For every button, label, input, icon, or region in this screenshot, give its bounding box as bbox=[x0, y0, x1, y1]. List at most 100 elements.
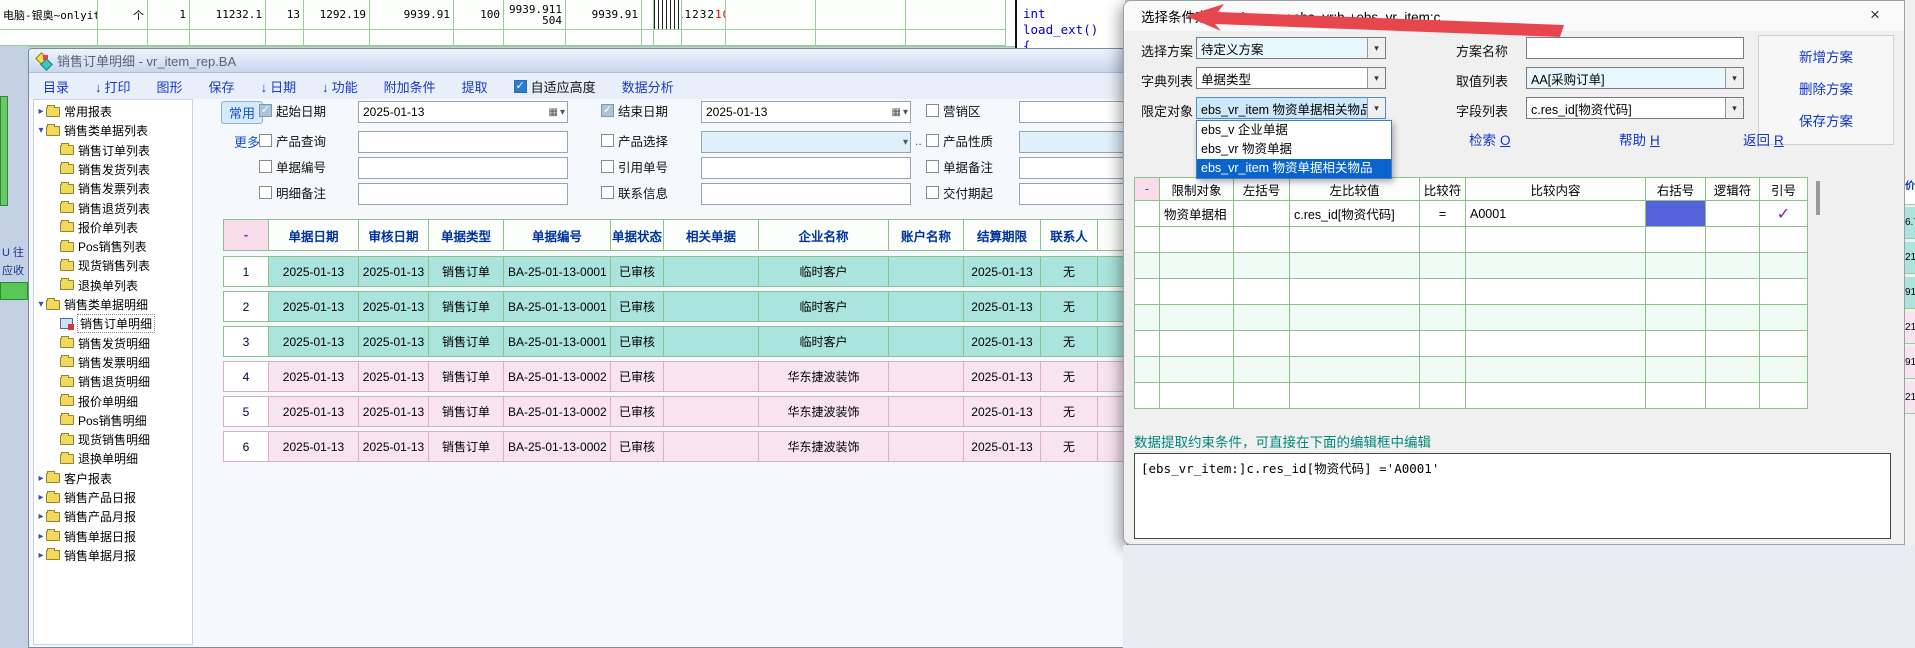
checkbox-icon[interactable] bbox=[601, 160, 614, 173]
grid-cell[interactable] bbox=[1760, 279, 1808, 305]
sidebar-item-报价单明细[interactable]: 报价单明细 bbox=[34, 392, 192, 411]
grid-cell[interactable]: = bbox=[1420, 201, 1466, 227]
checkbox-checked-icon[interactable]: ✓ bbox=[514, 80, 527, 93]
chevron-down-icon[interactable]: ▾ bbox=[560, 107, 565, 118]
sidebar-item-常用报表[interactable]: ▸常用报表 bbox=[34, 102, 192, 121]
chevron-down-icon[interactable]: ▾ bbox=[1725, 98, 1743, 118]
save-plan-button[interactable]: 保存方案 bbox=[1759, 110, 1893, 130]
chevron-expanded-icon[interactable]: ▾ bbox=[36, 125, 46, 136]
grid-empty-row[interactable] bbox=[1134, 305, 1808, 331]
grid-cell[interactable] bbox=[1234, 305, 1290, 331]
chevron-down-icon[interactable]: ▾ bbox=[903, 107, 908, 118]
column-header-审核日期[interactable]: 审核日期 bbox=[359, 219, 429, 251]
column-header-单据状态[interactable]: 单据状态 bbox=[611, 219, 664, 251]
grid-cell[interactable] bbox=[1466, 305, 1646, 331]
grid-cell[interactable] bbox=[1466, 227, 1646, 253]
grid-cell[interactable] bbox=[1134, 253, 1160, 279]
grid-cell[interactable] bbox=[1134, 383, 1160, 409]
window-titlebar[interactable]: 销售订单明细 - vr_item_rep.BA bbox=[29, 49, 1127, 73]
grid-column-header-限制对象[interactable]: 限制对象 bbox=[1160, 177, 1234, 201]
grid-column-header-左括号[interactable]: 左括号 bbox=[1234, 177, 1290, 201]
filter-checkbox-单据备注[interactable]: 单据备注 bbox=[926, 157, 993, 176]
grid-cell[interactable] bbox=[1290, 383, 1420, 409]
checkbox-icon[interactable] bbox=[926, 186, 939, 199]
column-header-相关单据[interactable]: 相关单据 bbox=[664, 219, 759, 251]
chevron-collapsed-icon[interactable]: ▸ bbox=[36, 473, 46, 484]
grid-cell[interactable] bbox=[1134, 279, 1160, 305]
sidebar-item-销售发货列表[interactable]: 销售发货列表 bbox=[34, 160, 192, 179]
column-header-单据编号[interactable]: 单据编号 bbox=[504, 219, 611, 251]
filter-input-结束日期[interactable]: 2025-01-13▦▾ bbox=[701, 101, 911, 123]
grid-cell[interactable] bbox=[1706, 305, 1760, 331]
grid-empty-row[interactable] bbox=[1134, 383, 1808, 409]
search-link[interactable]: 检索O bbox=[1469, 129, 1511, 149]
filter-checkbox-引用单号[interactable]: 引用单号 bbox=[601, 157, 668, 176]
sidebar-item-销售发票明细[interactable]: 销售发票明细 bbox=[34, 353, 192, 372]
dropdown-option[interactable]: ebs_v 企业单据 bbox=[1197, 121, 1391, 140]
grid-cell[interactable] bbox=[1466, 357, 1646, 383]
grid-cell[interactable] bbox=[1290, 279, 1420, 305]
checkbox-icon[interactable] bbox=[926, 104, 939, 117]
grid-cell[interactable] bbox=[1234, 331, 1290, 357]
field-list-combo[interactable]: c.res_id[物资代码] ▾ bbox=[1526, 97, 1744, 119]
chevron-down-icon[interactable]: ▾ bbox=[1725, 68, 1743, 88]
grid-empty-row[interactable] bbox=[1134, 279, 1808, 305]
column-header-结算期限[interactable]: 结算期限 bbox=[964, 219, 1041, 251]
limit-object-combo[interactable]: ebs_vr_item 物资单据相关物品 ▾ bbox=[1196, 97, 1386, 119]
chevron-down-icon[interactable]: ▾ bbox=[1367, 38, 1385, 58]
checkbox-checked-icon[interactable]: ✓ bbox=[259, 104, 272, 117]
column-header-联系人[interactable]: 联系人 bbox=[1041, 219, 1098, 251]
filter-checkbox-产品查询[interactable]: 产品查询 bbox=[259, 131, 326, 150]
grid-cell[interactable] bbox=[1290, 357, 1420, 383]
grid-cell[interactable] bbox=[1290, 305, 1420, 331]
table-row[interactable]: 62025-01-132025-01-13销售订单BA-25-01-13-000… bbox=[223, 431, 1128, 462]
checkbox-icon[interactable] bbox=[259, 160, 272, 173]
grid-cell[interactable] bbox=[1706, 227, 1760, 253]
checkbox-icon[interactable] bbox=[601, 186, 614, 199]
filter-input-明细备注[interactable] bbox=[358, 183, 568, 205]
sidebar-item-退换单明细[interactable]: 退换单明细 bbox=[34, 449, 192, 468]
filter-input-引用单号[interactable] bbox=[701, 157, 911, 179]
grid-empty-row[interactable] bbox=[1134, 331, 1808, 357]
grid-cell[interactable]: A0001 bbox=[1466, 201, 1646, 227]
grid-cell[interactable] bbox=[1234, 279, 1290, 305]
grid-cell[interactable] bbox=[1290, 227, 1420, 253]
grid-cell[interactable]: ✓ bbox=[1760, 201, 1808, 227]
grid-cell[interactable] bbox=[1646, 383, 1706, 409]
dict-list-combo[interactable]: 单据类型 ▾ bbox=[1196, 67, 1386, 89]
grid-cell[interactable] bbox=[1760, 253, 1808, 279]
grid-cell[interactable] bbox=[1234, 357, 1290, 383]
dropdown-option[interactable]: ebs_vr_item 物资单据相关物品 bbox=[1197, 159, 1391, 178]
chevron-collapsed-icon[interactable]: ▸ bbox=[36, 511, 46, 522]
grid-cell[interactable] bbox=[1160, 253, 1234, 279]
chevron-collapsed-icon[interactable]: ▸ bbox=[36, 106, 46, 117]
sidebar-item-销售单据月报[interactable]: ▸销售单据月报 bbox=[34, 546, 192, 565]
grid-cell[interactable] bbox=[1160, 305, 1234, 331]
grid-empty-row[interactable] bbox=[1134, 253, 1808, 279]
chevron-collapsed-icon[interactable]: ▸ bbox=[36, 492, 46, 503]
toolbar-item-5[interactable]: ↓日期 bbox=[261, 77, 297, 96]
grid-cell[interactable] bbox=[1706, 357, 1760, 383]
filter-input-起始日期[interactable]: 2025-01-13▦▾ bbox=[358, 101, 568, 123]
grid-cell[interactable] bbox=[1646, 253, 1706, 279]
calendar-icon[interactable]: ▦ bbox=[549, 107, 558, 118]
checkbox-icon[interactable] bbox=[259, 134, 272, 147]
grid-cell[interactable] bbox=[1420, 383, 1466, 409]
filter-checkbox-联系信息[interactable]: 联系信息 bbox=[601, 183, 668, 202]
grid-cell[interactable] bbox=[1234, 383, 1290, 409]
checkbox-icon[interactable] bbox=[926, 160, 939, 173]
filter-checkbox-起始日期[interactable]: ✓起始日期 bbox=[259, 101, 326, 120]
grid-cell[interactable] bbox=[1234, 253, 1290, 279]
filter-combo-单据备注[interactable]: ▾ bbox=[1019, 157, 1128, 179]
filter-combo-营销区[interactable]: ▾ bbox=[1019, 101, 1128, 123]
toolbar-item-1[interactable]: 目录 bbox=[43, 77, 69, 96]
grid-cell[interactable] bbox=[1420, 253, 1466, 279]
plan-name-input[interactable] bbox=[1526, 37, 1744, 59]
sidebar-item-销售退货列表[interactable]: 销售退货列表 bbox=[34, 199, 192, 218]
filter-checkbox-交付期起[interactable]: 交付期起 bbox=[926, 183, 993, 202]
grid-data-row[interactable]: 物资单据相c.res_id[物资代码]=A0001✓ bbox=[1134, 201, 1808, 227]
toolbar-item-7[interactable]: 附加条件 bbox=[384, 77, 436, 96]
sidebar-item-报价单列表[interactable]: 报价单列表 bbox=[34, 218, 192, 237]
grid-cell[interactable] bbox=[1646, 227, 1706, 253]
grid-cell[interactable] bbox=[1760, 383, 1808, 409]
